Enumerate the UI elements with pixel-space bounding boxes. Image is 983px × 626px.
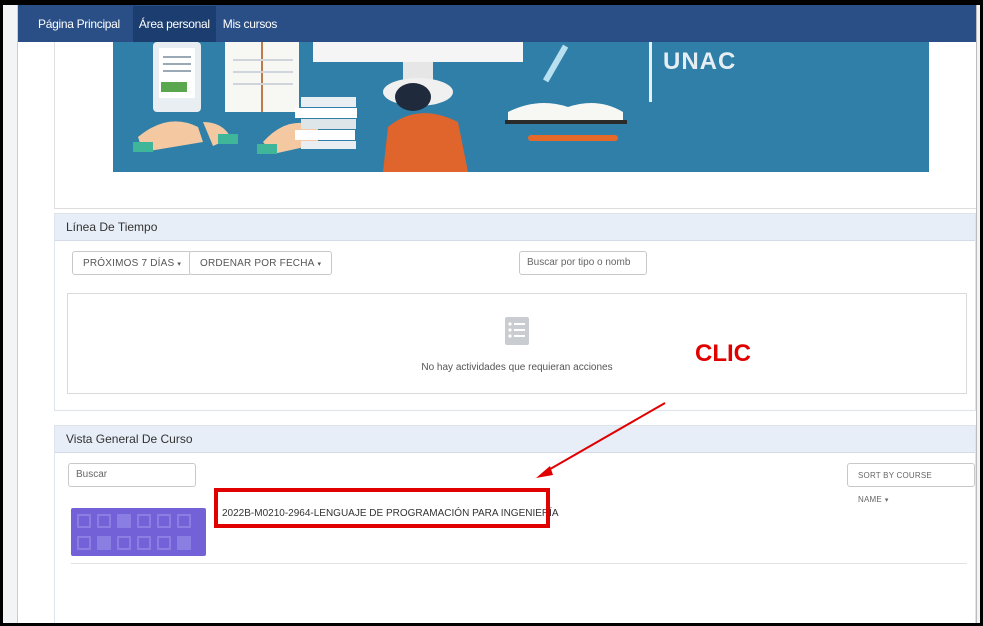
empty-list-icon: [505, 317, 529, 345]
highlight-box: [214, 488, 550, 528]
banner-logo-text: UNAC: [663, 48, 737, 75]
course-list-divider: [71, 563, 967, 564]
course-search-input[interactable]: Buscar: [68, 463, 196, 487]
timeline-block: Línea De Tiempo PRÓXIMOS 7 DÍAS ▾ ORDENAR…: [54, 213, 976, 411]
window-frame: Página Principal Área personal Mis curso…: [0, 0, 983, 626]
nav-pagina-principal[interactable]: Página Principal: [38, 17, 120, 31]
banner-section: UNAC: [54, 42, 976, 209]
banner-divider: [649, 42, 652, 102]
timeline-empty-message: No hay actividades que requieran accione…: [421, 362, 613, 373]
timeline-search-input[interactable]: Buscar por tipo o nomb: [519, 251, 647, 275]
chevron-down-icon: ▾: [177, 261, 182, 268]
page-area: Página Principal Área personal Mis curso…: [17, 5, 977, 623]
filter-days-label: PRÓXIMOS 7 DÍAS: [83, 258, 175, 269]
banner-image: UNAC: [113, 42, 929, 172]
banner-illustration: [133, 42, 627, 172]
chevron-down-icon: ▾: [317, 261, 322, 268]
timeline-title: Línea De Tiempo: [55, 214, 975, 241]
sort-by-date-button[interactable]: ORDENAR POR FECHA ▾: [189, 251, 333, 275]
chevron-down-icon: ▾: [884, 497, 889, 504]
clic-annotation: CLIC: [695, 340, 751, 367]
nav-mis-cursos[interactable]: Mis cursos: [223, 17, 278, 31]
sort-course-name-button[interactable]: SORT BY COURSE NAME ▾: [847, 463, 975, 504]
top-navbar: Página Principal Área personal Mis curso…: [18, 5, 976, 42]
nav-area-personal[interactable]: Área personal: [132, 5, 216, 42]
filter-days-button[interactable]: PRÓXIMOS 7 DÍAS ▾: [72, 251, 193, 275]
sort-by-date-label: ORDENAR POR FECHA: [200, 258, 315, 269]
course-thumbnail[interactable]: [71, 508, 206, 556]
timeline-empty-area: No hay actividades que requieran accione…: [67, 293, 967, 394]
course-overview-title: Vista General De Curso: [55, 426, 975, 453]
sort-course-name-label: SORT BY COURSE NAME: [858, 471, 932, 504]
